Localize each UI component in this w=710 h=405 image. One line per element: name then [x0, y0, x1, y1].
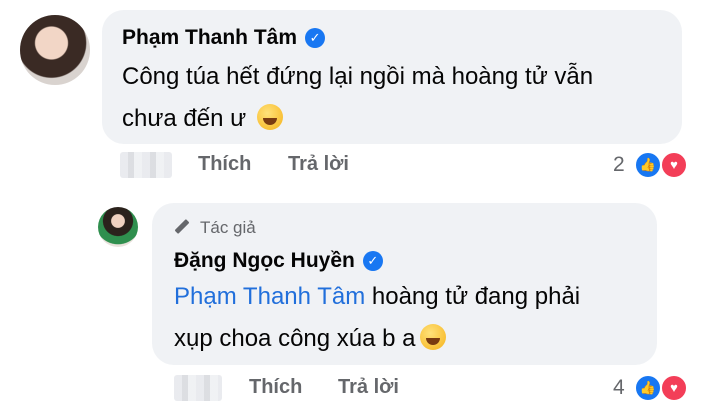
comment-author-name[interactable]: Đặng Ngọc Huyền ✓ [174, 249, 383, 273]
blurred-timestamp [174, 375, 222, 401]
avatar[interactable] [98, 207, 138, 247]
avatar[interactable] [20, 15, 90, 85]
comment-line: Công túa hết đứng lại ngồi mà hoàng tử v… [122, 63, 594, 90]
reaction-count[interactable]: 4 [613, 376, 625, 400]
like-button[interactable]: Thích [198, 153, 251, 176]
love-reaction-icon[interactable]: ♥ [660, 374, 688, 402]
mention-link[interactable]: Phạm Thanh Tâm [174, 283, 365, 310]
reaction-count[interactable]: 2 [613, 153, 625, 177]
author-name-text[interactable]: Phạm Thanh Tâm [122, 26, 297, 49]
rolling-laughing-emoji-icon [256, 104, 283, 130]
comment-line-text: xụp choa công xúa b a [174, 325, 416, 352]
rolling-laughing-emoji-icon [419, 324, 446, 350]
author-badge-label: Tác giả [200, 218, 256, 237]
verified-check-icon: ✓ [305, 28, 326, 48]
author-badge: Tác giả [174, 218, 256, 238]
comment-line: chưa đến ư [122, 98, 593, 140]
comment-line-text: chưa đến ư [122, 105, 247, 132]
reply-button[interactable]: Trả lời [288, 153, 349, 176]
comment-line-text: hoàng tử đang phải [365, 283, 581, 310]
comment-text: Công túa hết đứng lại ngồi mà hoàng tử v… [122, 56, 593, 140]
author-name-text[interactable]: Đặng Ngọc Huyền [174, 249, 355, 272]
pen-icon [174, 219, 190, 234]
verified-check-icon: ✓ [362, 251, 383, 271]
comment-author-name[interactable]: Phạm Thanh Tâm ✓ [122, 26, 326, 50]
reply-button[interactable]: Trả lời [338, 376, 399, 399]
comment-line: Phạm Thanh Tâm hoàng tử đang phải [174, 276, 580, 318]
like-button[interactable]: Thích [249, 376, 302, 399]
blurred-timestamp [120, 152, 172, 178]
like-reaction-icon[interactable]: 👍 [634, 374, 662, 402]
love-reaction-icon[interactable]: ♥ [660, 151, 688, 179]
comment-line: xụp choa công xúa b a [174, 318, 580, 360]
like-reaction-icon[interactable]: 👍 [634, 151, 662, 179]
comment-text: Phạm Thanh Tâm hoàng tử đang phải xụp ch… [174, 276, 580, 360]
